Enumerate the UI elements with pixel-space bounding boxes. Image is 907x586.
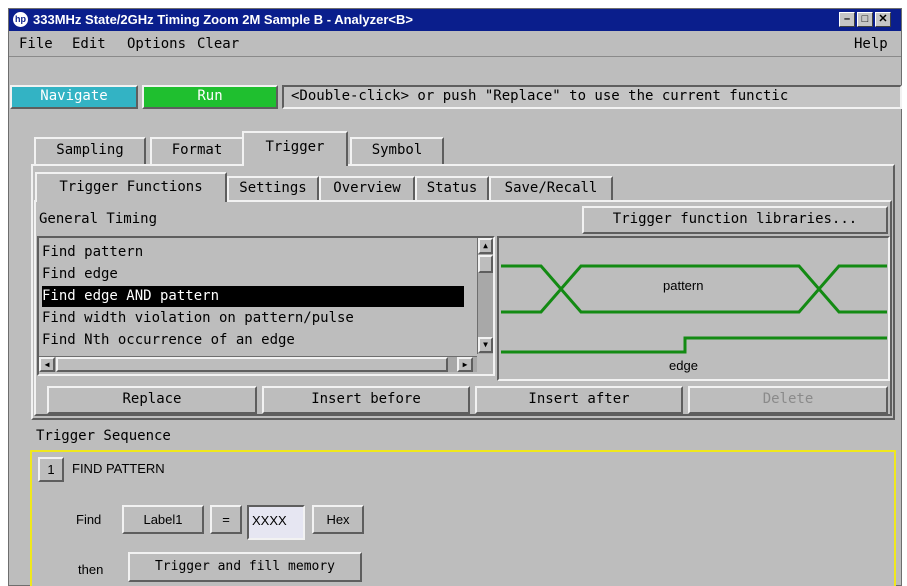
status-message: <Double-click> or push "Replace" to use … [282,85,902,109]
label-button[interactable]: Label1 [122,505,204,534]
hp-logo-icon: hp [13,12,28,27]
insert-after-button[interactable]: Insert after [475,386,683,414]
close-icon[interactable]: ✕ [875,12,891,27]
navigate-button[interactable]: Navigate [10,85,138,109]
scroll-up-icon[interactable]: ▲ [478,238,493,254]
tab-sampling[interactable]: Sampling [34,137,146,165]
find-label: Find [76,512,102,527]
vertical-scrollbar[interactable]: ▲ ▼ [477,238,493,354]
then-label: then [78,562,104,577]
menu-help[interactable]: Help [854,36,888,52]
list-item[interactable]: Find edge [42,264,118,285]
edge-waveform [501,336,887,354]
trigger-sequence-panel: 1 FIND PATTERN Find Label1 = XXXX Hex th… [30,450,896,586]
maximize-icon[interactable]: □ [857,12,873,27]
tab-trigger[interactable]: Trigger [242,131,348,166]
subtab-trigger-functions[interactable]: Trigger Functions [35,172,227,202]
pattern-value-field[interactable]: XXXX [247,505,305,540]
title-bar[interactable]: hp 333MHz State/2GHz Timing Zoom 2M Samp… [9,9,901,31]
step-name: FIND PATTERN [72,461,165,476]
window-title: 333MHz State/2GHz Timing Zoom 2M Sample … [33,12,413,27]
menu-edit[interactable]: Edit [72,36,106,52]
trigger-action-button[interactable]: Trigger and fill memory [128,552,362,582]
menu-options[interactable]: Options [127,36,186,52]
scroll-right-icon[interactable]: ▶ [457,357,473,372]
edge-label: edge [669,358,698,373]
scroll-left-icon[interactable]: ◀ [39,357,55,372]
trigger-sequence-title: Trigger Sequence [36,428,171,444]
subtab-status[interactable]: Status [415,176,489,200]
hex-base-button[interactable]: Hex [312,505,364,534]
step-number[interactable]: 1 [38,457,64,482]
minimize-icon[interactable]: – [839,12,855,27]
menu-clear[interactable]: Clear [197,36,239,52]
list-item[interactable]: Find width violation on pattern/pulse [42,308,354,329]
menu-file[interactable]: File [19,36,53,52]
list-item[interactable]: Find Nth occurrence of an edge [42,330,295,351]
pattern-label: pattern [663,278,704,293]
delete-button[interactable]: Delete [688,386,888,414]
trigger-function-list: Find pattern Find edge Find edge AND pat… [37,236,495,376]
general-timing-label: General Timing [39,211,158,227]
subtab-save-recall[interactable]: Save/Recall [489,176,613,200]
waveform-preview: pattern edge [497,236,890,381]
list-item-selected[interactable]: Find edge AND pattern [42,286,464,307]
operator-button[interactable]: = [210,505,242,534]
tab-symbol[interactable]: Symbol [350,137,444,165]
trigger-libraries-button[interactable]: Trigger function libraries... [582,206,888,234]
subtab-overview[interactable]: Overview [319,176,415,200]
run-button[interactable]: Run [142,85,278,109]
horizontal-scrollbar[interactable]: ◀ ▶ [39,356,477,372]
scroll-thumb[interactable] [56,357,448,372]
tab-format[interactable]: Format [150,137,244,165]
subtab-settings[interactable]: Settings [227,176,319,200]
scroll-down-icon[interactable]: ▼ [478,337,493,353]
menu-bar: File Edit Options Clear Help [9,32,901,57]
list-item[interactable]: Find pattern [42,242,143,263]
replace-button[interactable]: Replace [47,386,257,414]
insert-before-button[interactable]: Insert before [262,386,470,414]
scroll-thumb[interactable] [478,255,493,273]
